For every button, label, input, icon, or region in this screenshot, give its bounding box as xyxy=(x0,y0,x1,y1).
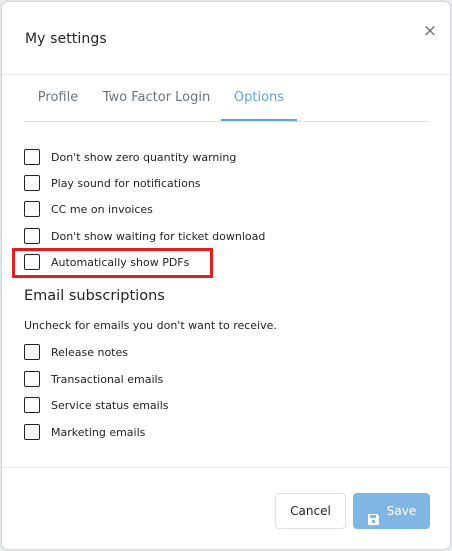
tab-options[interactable]: Options xyxy=(221,76,297,121)
subscription-service-status[interactable]: Service status emails xyxy=(24,395,169,415)
subscription-transactional[interactable]: Transactional emails xyxy=(24,369,163,389)
modal-footer: Cancel Save xyxy=(2,467,450,549)
email-subscriptions-title: Email subscriptions xyxy=(24,288,165,304)
subscription-label: Marketing emails xyxy=(51,425,146,439)
subscription-label: Transactional emails xyxy=(51,372,164,386)
subscription-label: Release notes xyxy=(51,345,128,359)
option-label: Play sound for notifications xyxy=(51,176,201,190)
save-button[interactable]: Save xyxy=(353,493,430,529)
modal-header: My settings × xyxy=(2,2,450,75)
tab-two-factor-login[interactable]: Two Factor Login xyxy=(92,76,221,121)
subscription-marketing[interactable]: Marketing emails xyxy=(24,422,145,442)
checkbox[interactable] xyxy=(24,424,40,440)
modal-title: My settings xyxy=(25,31,107,47)
checkbox[interactable] xyxy=(24,228,40,244)
option-label: CC me on invoices xyxy=(51,202,153,216)
option-auto-show-pdfs[interactable]: Automatically show PDFs xyxy=(24,252,189,272)
close-icon[interactable]: × xyxy=(420,20,440,42)
settings-modal: My settings × Profile Two Factor Login O… xyxy=(2,2,450,549)
checkbox[interactable] xyxy=(24,201,40,217)
tab-profile[interactable]: Profile xyxy=(24,76,92,121)
email-subscriptions-subtitle: Uncheck for emails you don't want to rec… xyxy=(24,319,277,332)
option-play-sound[interactable]: Play sound for notifications xyxy=(24,173,201,193)
checkbox[interactable] xyxy=(24,397,40,413)
subscription-release-notes[interactable]: Release notes xyxy=(24,342,128,362)
checkbox[interactable] xyxy=(24,254,40,270)
option-zero-quantity-warning[interactable]: Don't show zero quantity warning xyxy=(24,147,236,167)
floppy-disk-icon xyxy=(367,505,380,525)
subscription-label: Service status emails xyxy=(51,398,169,412)
option-ticket-download[interactable]: Don't show waiting for ticket download xyxy=(24,226,265,246)
option-label: Don't show zero quantity warning xyxy=(51,150,237,164)
checkbox[interactable] xyxy=(24,175,40,191)
checkbox[interactable] xyxy=(24,344,40,360)
tab-bar: Profile Two Factor Login Options xyxy=(24,76,429,122)
option-cc-invoices[interactable]: CC me on invoices xyxy=(24,199,153,219)
checkbox[interactable] xyxy=(24,371,40,387)
checkbox[interactable] xyxy=(24,149,40,165)
option-label: Don't show waiting for ticket download xyxy=(51,229,266,243)
option-label: Automatically show PDFs xyxy=(51,255,190,269)
cancel-button[interactable]: Cancel xyxy=(275,493,346,529)
save-label: Save xyxy=(386,504,417,518)
